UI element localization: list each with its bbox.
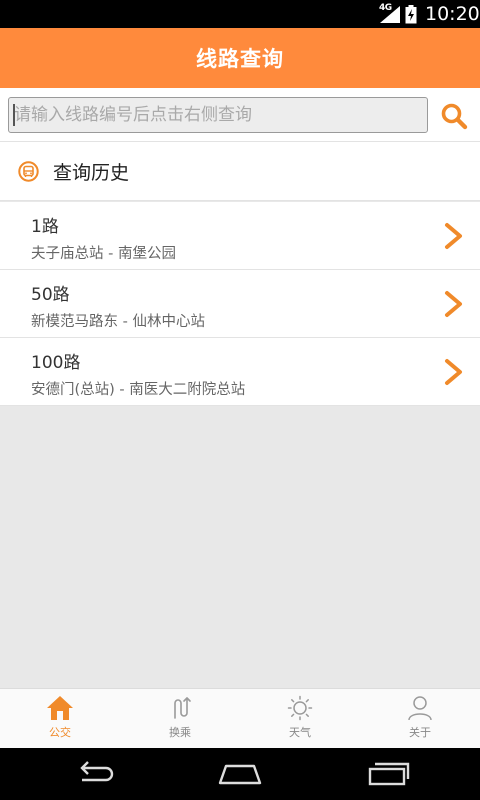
bottom-nav: 公交 换乘 天气 关于 [0, 688, 480, 748]
home-nav-icon[interactable] [216, 760, 264, 788]
search-button[interactable] [436, 98, 472, 134]
status-bar: 4G 10:20 [0, 0, 480, 28]
recent-apps-icon[interactable] [366, 760, 410, 788]
sun-icon [287, 695, 313, 721]
history-item[interactable]: 100路 安德门(总站) - 南医大二附院总站 [0, 338, 480, 406]
signal-icon [380, 6, 400, 23]
bus-icon [18, 161, 39, 182]
app-header: 线路查询 [0, 28, 480, 88]
route-name: 50路 [31, 285, 70, 305]
history-item[interactable]: 1路 夫子庙总站 - 南堡公园 [0, 202, 480, 270]
route-description: 夫子庙总站 - 南堡公园 [31, 246, 176, 262]
search-bar [0, 88, 480, 142]
home-icon [47, 696, 73, 720]
chevron-right-icon [445, 223, 462, 249]
nav-tab-label: 换乘 [169, 726, 191, 739]
page-title: 线路查询 [196, 47, 284, 71]
text-cursor [13, 104, 15, 126]
search-icon [441, 103, 468, 130]
chevron-right-icon [445, 359, 462, 385]
nav-tab-label: 公交 [49, 726, 71, 739]
route-description: 安德门(总站) - 南医大二附院总站 [31, 382, 246, 398]
nav-tab-weather[interactable]: 天气 [240, 689, 360, 748]
history-header: 查询历史 [0, 142, 480, 201]
nav-tab-bus[interactable]: 公交 [0, 689, 120, 748]
back-icon[interactable] [72, 760, 116, 788]
clock: 10:20 [425, 3, 480, 25]
nav-tab-label: 关于 [409, 726, 431, 739]
battery-icon [405, 5, 417, 24]
system-nav-bar [0, 748, 480, 800]
route-name: 100路 [31, 353, 81, 373]
transfer-icon [174, 697, 191, 719]
history-title: 查询历史 [53, 162, 130, 184]
route-name: 1路 [31, 217, 59, 237]
nav-tab-transfer[interactable]: 换乘 [120, 689, 240, 748]
history-item[interactable]: 50路 新模范马路东 - 仙林中心站 [0, 270, 480, 338]
route-search-input[interactable] [8, 97, 428, 133]
nav-tab-about[interactable]: 关于 [360, 689, 480, 748]
route-description: 新模范马路东 - 仙林中心站 [31, 314, 205, 330]
user-icon [408, 696, 432, 721]
chevron-right-icon [445, 291, 462, 317]
nav-tab-label: 天气 [289, 726, 311, 739]
